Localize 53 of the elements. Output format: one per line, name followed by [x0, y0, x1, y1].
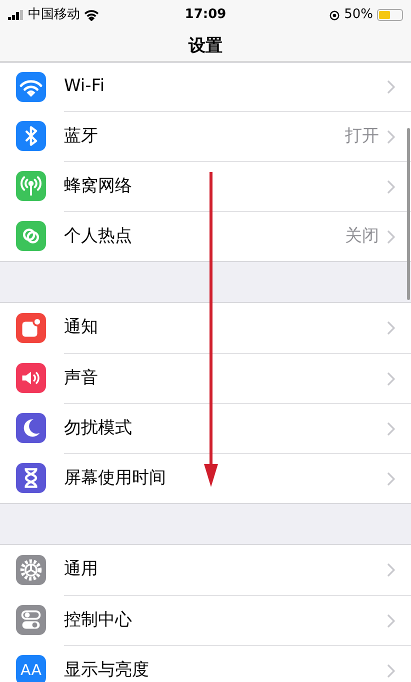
- clock-time: 17:09: [184, 6, 228, 24]
- row-label: 通知: [64, 316, 99, 340]
- orientation-lock-icon: [329, 10, 340, 20]
- battery-percent: 50%: [344, 6, 373, 24]
- settings-row[interactable]: Wi-Fi: [0, 63, 411, 111]
- chevron-icon: [387, 130, 395, 144]
- row-label: 蜂窝网络: [64, 174, 133, 198]
- chevron-icon: [387, 230, 395, 244]
- row-label: 屏幕使用时间: [64, 466, 167, 490]
- hourglass-icon: [16, 463, 46, 493]
- toggles-icon: [16, 605, 46, 635]
- signal-icon: [8, 10, 24, 20]
- wifi-icon: [16, 72, 46, 102]
- row-label: 控制中心: [64, 608, 133, 632]
- chain-link-icon: [16, 221, 46, 251]
- gear-icon: [16, 555, 46, 585]
- chevron-icon: [387, 563, 395, 577]
- chevron-icon: [387, 422, 395, 436]
- chevron-icon: [387, 472, 395, 486]
- chevron-icon: [387, 372, 395, 386]
- chevron-icon: [387, 80, 395, 94]
- row-label: Wi-Fi: [64, 75, 106, 98]
- antenna-icon: [16, 171, 46, 201]
- row-label: 勿扰模式: [64, 416, 133, 440]
- row-label: 个人热点: [64, 224, 133, 248]
- row-value: 打开: [345, 124, 379, 148]
- chevron-icon: [387, 614, 395, 628]
- notification-icon: [16, 313, 46, 343]
- row-label: 蓝牙: [64, 124, 99, 148]
- settings-row[interactable]: 勿扰模式: [0, 403, 411, 453]
- settings-row[interactable]: AA 显示与亮度: [0, 645, 411, 682]
- chevron-icon: [387, 180, 395, 194]
- settings-row[interactable]: 控制中心: [0, 595, 411, 645]
- page-title: 设置: [187, 35, 224, 58]
- settings-row[interactable]: 声音: [0, 353, 411, 403]
- chevron-icon: [387, 321, 395, 335]
- moon-icon: [16, 413, 46, 443]
- row-value: 关闭: [345, 224, 379, 248]
- wifi-icon: [84, 10, 99, 20]
- settings-row[interactable]: 屏幕使用时间: [0, 453, 411, 503]
- settings-row[interactable]: 通用: [0, 545, 411, 595]
- settings-row[interactable]: 个人热点 关闭: [0, 211, 411, 261]
- carrier-name: 中国移动: [28, 6, 80, 24]
- text-size-icon: AA: [16, 655, 46, 682]
- speaker-icon: [16, 363, 46, 393]
- bluetooth-icon: [16, 121, 46, 151]
- settings-row[interactable]: 蜂窝网络: [0, 161, 411, 211]
- row-label: 声音: [64, 366, 99, 390]
- settings-row[interactable]: 通知: [0, 303, 411, 353]
- row-label: 显示与亮度: [64, 658, 150, 682]
- settings-row[interactable]: 蓝牙 打开: [0, 111, 411, 161]
- chevron-icon: [387, 664, 395, 678]
- row-label: 通用: [64, 558, 99, 582]
